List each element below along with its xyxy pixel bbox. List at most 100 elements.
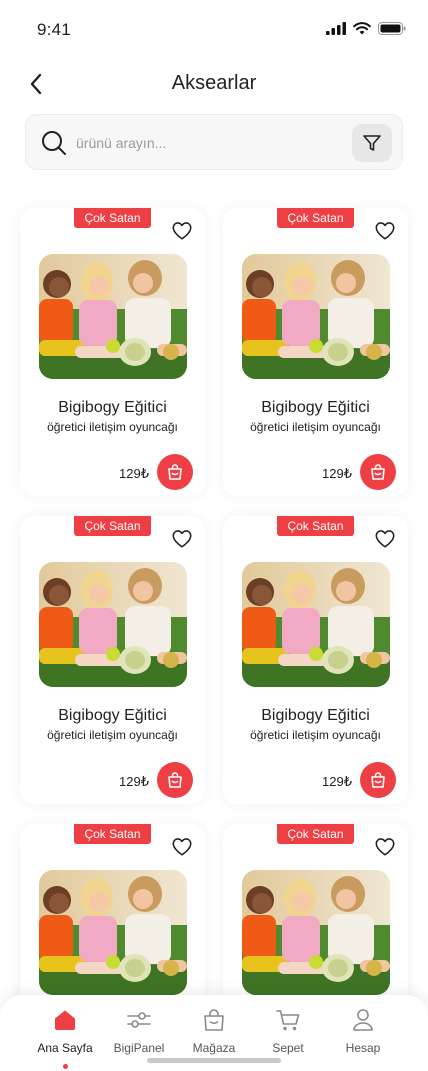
search-input[interactable] xyxy=(76,129,346,157)
child-middle-shirt xyxy=(282,608,320,654)
child-middle-face xyxy=(292,584,312,604)
signal-icon xyxy=(326,22,346,35)
add-to-cart-button[interactable] xyxy=(360,454,396,490)
child-right-face xyxy=(133,581,153,601)
shopping-bag-icon xyxy=(371,772,385,788)
best-seller-badge: Çok Satan xyxy=(277,824,354,844)
heart-icon[interactable] xyxy=(374,220,396,242)
toy-cabbage-shade xyxy=(125,959,145,977)
toy-ball-yellow xyxy=(366,960,382,976)
child-middle-shirt xyxy=(282,916,320,962)
add-to-cart-button[interactable] xyxy=(157,454,193,490)
nav-label-cart: Sepet xyxy=(272,1041,304,1055)
filter-button[interactable] xyxy=(352,124,392,162)
child-left-face xyxy=(252,277,272,297)
status-time: 9:41 xyxy=(37,20,71,39)
product-image xyxy=(242,870,390,995)
product-price: 129₺ xyxy=(322,466,352,481)
child-right-face xyxy=(133,889,153,909)
heart-icon[interactable] xyxy=(374,836,396,858)
toy-ball-yellow xyxy=(366,652,382,668)
child-right-face xyxy=(133,273,153,293)
toy-ball-green xyxy=(106,647,120,661)
product-description: öğretici iletişim oyuncağı xyxy=(47,420,178,434)
product-name: Bigibogy Eğitici xyxy=(261,707,370,724)
child-middle-shirt xyxy=(79,300,117,346)
wifi-icon xyxy=(353,22,371,35)
nav-label-account: Hesap xyxy=(345,1041,381,1055)
product-price: 129₺ xyxy=(119,466,149,481)
product-card[interactable]: Çok Satan xyxy=(223,208,408,496)
child-left-face xyxy=(49,585,69,605)
search-box xyxy=(25,114,403,170)
product-description: öğretici iletişim oyuncağı xyxy=(250,728,381,742)
best-seller-badge: Çok Satan xyxy=(277,208,354,228)
toy-ball-yellow xyxy=(163,960,179,976)
add-to-cart-button[interactable] xyxy=(360,762,396,798)
toy-ball-green xyxy=(309,647,323,661)
best-seller-badge: Çok Satan xyxy=(74,516,151,536)
child-middle-face xyxy=(292,276,312,296)
child-middle-face xyxy=(89,584,109,604)
toy-ball-green xyxy=(106,955,120,969)
product-card[interactable]: Çok Satan xyxy=(20,208,205,496)
product-name: Bigibogy Eğitici xyxy=(58,707,167,724)
heart-icon[interactable] xyxy=(171,836,193,858)
child-right-face xyxy=(336,581,356,601)
heart-icon[interactable] xyxy=(171,528,193,550)
product-image xyxy=(39,254,187,379)
product-image xyxy=(242,254,390,379)
product-name: Bigibogy Eğitici xyxy=(261,399,370,416)
add-to-cart-button[interactable] xyxy=(157,762,193,798)
product-image xyxy=(242,562,390,687)
child-middle-shirt xyxy=(79,916,117,962)
child-left-shirt xyxy=(242,299,276,344)
toy-ball-green xyxy=(309,339,323,353)
bag-icon xyxy=(204,1009,224,1031)
product-image xyxy=(39,870,187,995)
child-left-shirt xyxy=(39,607,73,652)
cart-icon xyxy=(276,1010,300,1031)
best-seller-badge: Çok Satan xyxy=(74,824,151,844)
nav-label-store: Mağaza xyxy=(192,1041,236,1055)
shopping-bag-icon xyxy=(371,464,385,480)
child-right-face xyxy=(336,273,356,293)
filter-icon xyxy=(363,135,381,151)
nav-item-home[interactable]: Ana Sayfa xyxy=(28,1007,102,1069)
status-icons xyxy=(326,22,406,35)
shopping-bag-icon xyxy=(168,464,182,480)
best-seller-badge: Çok Satan xyxy=(74,208,151,228)
toy-cabbage-shade xyxy=(328,343,348,361)
child-middle-shirt xyxy=(79,608,117,654)
toy-cabbage-shade xyxy=(328,959,348,977)
child-left-shirt xyxy=(242,915,276,960)
nav-item-store[interactable]: Mağaza xyxy=(177,1007,251,1055)
toy-cabbage-shade xyxy=(125,651,145,669)
heart-icon[interactable] xyxy=(374,528,396,550)
user-icon xyxy=(353,1009,373,1031)
shopping-bag-icon xyxy=(168,772,182,788)
child-middle-shirt xyxy=(282,300,320,346)
active-indicator-dot xyxy=(62,1064,68,1069)
toy-ball-green xyxy=(106,339,120,353)
toy-cabbage-shade xyxy=(328,651,348,669)
child-left-shirt xyxy=(39,299,73,344)
page-title: Aksearlar xyxy=(171,72,257,94)
child-left-face xyxy=(49,277,69,297)
nav-item-account[interactable]: Hesap xyxy=(326,1007,400,1055)
heart-icon[interactable] xyxy=(171,220,193,242)
child-middle-face xyxy=(292,892,312,912)
product-description: öğretici iletişim oyuncağı xyxy=(250,420,381,434)
home-indicator xyxy=(147,1058,281,1063)
sliders-icon xyxy=(127,1012,151,1028)
child-left-shirt xyxy=(242,607,276,652)
battery-icon xyxy=(378,22,406,35)
nav-item-bigipanel[interactable]: BigiPanel xyxy=(102,1007,176,1055)
product-price: 129₺ xyxy=(322,774,352,789)
home-icon xyxy=(55,1010,75,1030)
nav-label-home: Ana Sayfa xyxy=(37,1041,93,1055)
product-card[interactable]: Çok Satan xyxy=(20,516,205,804)
product-card[interactable]: Çok Satan xyxy=(223,516,408,804)
search-icon xyxy=(42,131,66,155)
nav-item-cart[interactable]: Sepet xyxy=(251,1007,325,1055)
